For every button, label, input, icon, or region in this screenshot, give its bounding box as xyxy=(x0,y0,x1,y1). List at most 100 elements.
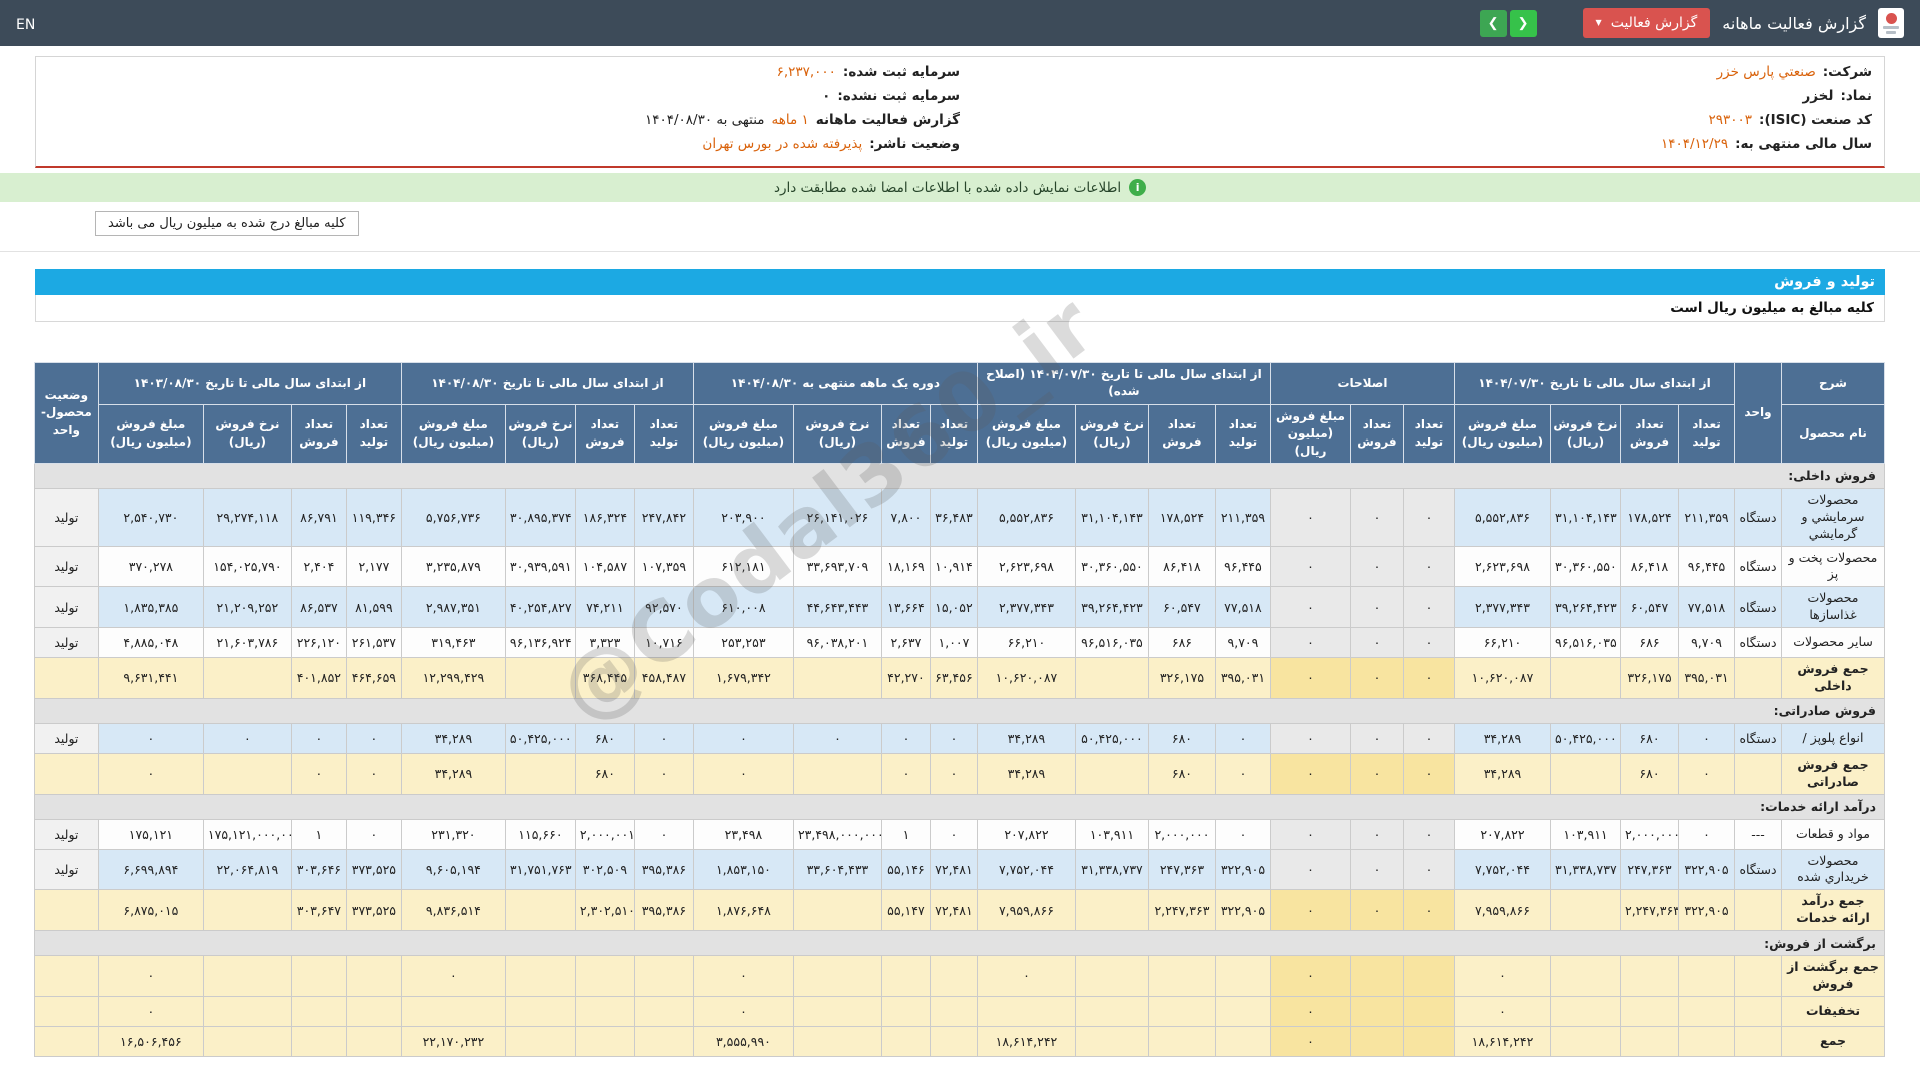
value-cell: ۵۰,۴۲۵,۰۰۰ xyxy=(1550,722,1621,754)
value-cell: ۳۲۲,۹۰۵ xyxy=(1214,848,1271,891)
value-cell: ۲,۵۴۰,۷۳۰ xyxy=(97,487,204,547)
value-cell: ۳۴,۲۸۹ xyxy=(400,722,506,754)
unit-cell: دستگاه xyxy=(1734,487,1782,547)
value-cell xyxy=(1074,889,1149,932)
unit-cell xyxy=(1734,1025,1782,1057)
info-value: ۱ ماهه xyxy=(771,112,809,128)
value-cell xyxy=(1147,995,1216,1027)
info-row: سال مالی منتهی به: ۱۴۰۴/۱۲/۲۹ xyxy=(960,136,1872,160)
value-cell: ۳۰,۳۶۰,۵۵۰ xyxy=(1074,545,1149,588)
value-cell: ۵,۵۵۲,۸۳۶ xyxy=(976,487,1076,547)
value-cell xyxy=(792,889,882,932)
previous-period-button[interactable]: ❮ xyxy=(1479,9,1507,37)
value-cell: ۱,۰۰۷ xyxy=(929,627,978,659)
value-cell: ۰ xyxy=(1349,657,1404,699)
value-cell xyxy=(929,1025,978,1057)
value-cell xyxy=(1214,955,1271,997)
table-row: جمع درآمد ارائه خدمات ۳۲۲,۹۰۵ ۲,۲۴۷,۳۶۳ ۷,۹… xyxy=(33,889,1885,932)
value-cell: ۶۶,۲۱۰ xyxy=(1453,627,1552,659)
value-cell: ۱,۶۷۹,۳۴۲ xyxy=(692,657,794,699)
value-cell: ۶۸۰ xyxy=(1147,752,1216,795)
value-cell xyxy=(290,995,347,1027)
value-cell: ۹۶,۰۳۸,۲۰۱ xyxy=(792,627,882,659)
value-cell: ۶۳,۴۵۶ xyxy=(929,657,978,699)
value-cell: ۰ xyxy=(400,955,506,997)
column-header: مبلغ فروش (میلیون ریال) xyxy=(400,403,506,464)
column-header: تعداد فروش xyxy=(1349,403,1404,464)
value-cell: ۰ xyxy=(633,722,694,754)
unit-cell: دستگاه xyxy=(1734,545,1782,588)
status-cell xyxy=(33,1025,99,1057)
value-cell xyxy=(1147,955,1216,997)
value-cell: ۰ xyxy=(1402,586,1455,629)
value-cell: ۰ xyxy=(1402,545,1455,588)
company-info-column-left: سرمایه ثبت شده: ۶,۲۳۷,۰۰۰ سرمایه ثبت نشده:… xyxy=(48,64,960,160)
value-cell: ۰ xyxy=(692,722,794,754)
value-cell: ۰ xyxy=(1269,487,1351,547)
value-cell: ۹۶,۴۴۵ xyxy=(1678,545,1735,588)
table-row: محصولات سرمايشي و گرمايشي دستگاه ۲۱۱,۳۵۹ ۱۷… xyxy=(33,487,1885,547)
value-cell: ۲۶۱,۵۳۷ xyxy=(345,627,402,659)
info-row: سرمایه ثبت شده: ۶,۲۳۷,۰۰۰ xyxy=(48,64,960,88)
next-period-button[interactable]: ❯ xyxy=(1509,9,1537,37)
column-header: تعداد تولید xyxy=(929,403,978,464)
value-cell: ۰ xyxy=(1269,889,1351,932)
value-cell: ۳۴,۲۸۹ xyxy=(400,752,506,795)
value-cell: ۲,۴۰۴ xyxy=(290,545,347,588)
value-cell xyxy=(792,1025,882,1057)
column-header: از ابتدای سال مالی تا تاریخ ۱۴۰۴/۰۸/۳۰ xyxy=(400,362,694,405)
value-cell: ۰ xyxy=(633,752,694,795)
table-row: انواع پلوپز / دستگاه ۰ ۶۸۰ ۵۰,۴۲۵,۰۰۰ ۳۴,۲۸۹ ۰… xyxy=(33,722,1885,754)
value-cell: ۶۸۰ xyxy=(574,752,635,795)
column-header: تعداد فروش xyxy=(290,403,347,464)
value-cell: ۷۲,۴۸۱ xyxy=(929,889,978,932)
value-cell: ۱۵,۰۵۲ xyxy=(929,586,978,629)
value-cell: ۴۰۱,۸۵۲ xyxy=(290,657,347,699)
column-header: مبلغ فروش (میلیون ریال) xyxy=(976,403,1076,464)
value-cell: ۲۰۳,۹۰۰ xyxy=(692,487,794,547)
unit-cell xyxy=(1734,995,1782,1027)
column-header: نرخ فروش (ریال) xyxy=(1550,403,1621,464)
report-type-button[interactable]: گزارش فعالیت ▼ xyxy=(1582,8,1711,38)
value-cell: ۰ xyxy=(290,752,347,795)
value-cell xyxy=(633,1025,694,1057)
page-title: گزارش فعالیت ماهانه xyxy=(1722,13,1866,33)
value-cell: ۲,۶۳۷ xyxy=(880,627,931,659)
value-cell: ۲,۰۰۰,۰۰۱ xyxy=(574,818,635,850)
value-cell xyxy=(1402,955,1455,997)
value-cell: ۰ xyxy=(1269,586,1351,629)
info-suffix: منتهی به ۱۴۰۴/۰۸/۳۰ xyxy=(644,112,765,128)
company-info-panel: شرکت: صنعتي پارس خزر نماد: لخزر کد صنعت (ISI… xyxy=(35,56,1885,168)
value-cell: ۴۶۴,۶۵۹ xyxy=(345,657,402,699)
value-cell: ۰ xyxy=(97,995,204,1027)
value-cell: ۰ xyxy=(1453,955,1552,997)
info-value: صنعتي پارس خزر xyxy=(1716,64,1816,80)
value-cell: ۳۹,۲۶۴,۴۲۳ xyxy=(1550,586,1621,629)
info-label: وضعیت ناشر: xyxy=(869,136,960,152)
info-label: سرمایه ثبت نشده: xyxy=(837,88,960,104)
chevron-right-icon: ❯ xyxy=(1517,15,1529,30)
value-cell: ۱۸,۱۶۹ xyxy=(880,545,931,588)
value-cell: ۰ xyxy=(1269,627,1351,659)
value-cell: ۳۴,۲۸۹ xyxy=(976,722,1076,754)
unit-cell: --- xyxy=(1734,818,1782,850)
status-cell: تولید xyxy=(33,722,99,754)
value-cell: ۰ xyxy=(1269,752,1351,795)
unit-cell: دستگاه xyxy=(1734,722,1782,754)
value-cell: ۰ xyxy=(1678,752,1735,795)
value-cell xyxy=(202,657,292,699)
language-toggle[interactable]: EN xyxy=(16,17,35,33)
value-cell xyxy=(1620,955,1679,997)
value-cell xyxy=(1402,995,1455,1027)
value-cell xyxy=(345,955,402,997)
value-cell: ۰ xyxy=(97,752,204,795)
value-cell: ۹,۷۰۹ xyxy=(1678,627,1735,659)
value-cell: ۳۱,۱۰۴,۱۴۳ xyxy=(1074,487,1149,547)
value-cell: ۲۲,۰۶۴,۸۱۹ xyxy=(202,848,292,891)
value-cell: ۰ xyxy=(1349,586,1404,629)
value-cell: ۱,۸۵۳,۱۵۰ xyxy=(692,848,794,891)
value-cell xyxy=(202,995,292,1027)
value-cell: ۹,۶۰۵,۱۹۴ xyxy=(400,848,506,891)
value-cell: ۳۰,۳۶۰,۵۵۰ xyxy=(1550,545,1621,588)
value-cell: ۸۱,۵۹۹ xyxy=(345,586,402,629)
